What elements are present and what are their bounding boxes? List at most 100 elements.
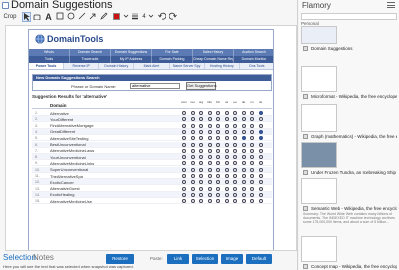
- availability-radio[interactable]: [250, 186, 254, 191]
- line-width-button[interactable]: [131, 12, 140, 22]
- availability-radio[interactable]: [241, 180, 246, 185]
- availability-radio[interactable]: [250, 129, 254, 134]
- availability-radio[interactable]: [250, 161, 254, 166]
- site-nav-item[interactable]: Auction Search: [234, 49, 273, 56]
- domain-name[interactable]: AlternativeGuest: [50, 186, 80, 191]
- ellipse-tool-button[interactable]: [67, 12, 76, 22]
- availability-radio[interactable]: [258, 161, 263, 166]
- availability-radio[interactable]: [216, 186, 220, 191]
- availability-radio[interactable]: [182, 192, 186, 197]
- availability-radio[interactable]: [241, 136, 246, 141]
- availability-radio[interactable]: [241, 117, 246, 122]
- availability-radio[interactable]: [233, 199, 237, 204]
- site-tool-tab[interactable]: Dns Tools: [240, 63, 273, 69]
- availability-radio[interactable]: [190, 192, 195, 197]
- availability-radio[interactable]: [207, 148, 212, 153]
- domain-name[interactable]: AlternativeMedicineUse: [50, 199, 92, 204]
- availability-radio[interactable]: [241, 111, 246, 115]
- availability-radio[interactable]: [216, 129, 220, 134]
- availability-radio[interactable]: [258, 199, 263, 204]
- availability-radio[interactable]: [250, 167, 254, 172]
- availability-radio[interactable]: [241, 167, 246, 172]
- availability-radio[interactable]: [207, 117, 212, 122]
- text-tool-button[interactable]: A: [44, 12, 53, 22]
- domain-name[interactable]: ExoticHealing: [50, 192, 74, 197]
- availability-radio[interactable]: [250, 136, 254, 141]
- availability-radio[interactable]: [182, 174, 186, 178]
- availability-radio[interactable]: [216, 142, 220, 147]
- availability-radio[interactable]: [199, 180, 203, 185]
- domain-name[interactable]: AlternativeMedicineLaws: [50, 148, 94, 153]
- availability-radio[interactable]: [182, 129, 186, 134]
- availability-radio[interactable]: [216, 148, 220, 153]
- line-tool-button[interactable]: [78, 12, 87, 22]
- availability-radio[interactable]: [233, 167, 237, 172]
- availability-radio[interactable]: [182, 186, 186, 191]
- availability-radio[interactable]: [207, 136, 212, 141]
- availability-radio[interactable]: [258, 186, 263, 191]
- availability-radio[interactable]: [233, 117, 237, 122]
- rectangle-tool-button[interactable]: [56, 12, 65, 22]
- availability-radio[interactable]: [241, 174, 246, 178]
- color-dropdown-button[interactable]: [123, 12, 129, 22]
- availability-radio[interactable]: [190, 174, 195, 178]
- site-nav-item[interactable]: Cheap Domain Name Registration: [193, 56, 234, 63]
- availability-radio[interactable]: [199, 129, 203, 134]
- availability-radio[interactable]: [241, 123, 246, 128]
- availability-radio[interactable]: [199, 161, 203, 166]
- availability-radio[interactable]: [224, 136, 229, 141]
- domain-name[interactable]: TheAlternativeSpa: [50, 174, 83, 179]
- availability-radio[interactable]: [199, 111, 203, 115]
- availability-radio[interactable]: [216, 192, 220, 197]
- snapshot-list-item[interactable]: Semantic Web - Wikipedia, the free encyc…: [301, 178, 397, 224]
- restore-button[interactable]: Restore: [106, 254, 134, 264]
- availability-radio[interactable]: [190, 123, 195, 128]
- site-nav-item[interactable]: Sales History: [193, 49, 234, 56]
- availability-radio[interactable]: [207, 192, 212, 197]
- availability-radio[interactable]: [258, 192, 263, 197]
- availability-radio[interactable]: [199, 174, 203, 178]
- availability-radio[interactable]: [216, 136, 220, 141]
- availability-radio[interactable]: [182, 111, 186, 115]
- availability-radio[interactable]: [182, 180, 186, 185]
- availability-radio[interactable]: [190, 129, 195, 134]
- availability-radio[interactable]: [250, 155, 254, 160]
- availability-radio[interactable]: [241, 155, 246, 160]
- availability-radio[interactable]: [190, 142, 195, 147]
- availability-radio[interactable]: [182, 199, 186, 204]
- arrow-tool-button[interactable]: [89, 12, 98, 22]
- availability-radio[interactable]: [241, 129, 246, 134]
- availability-radio[interactable]: [250, 148, 254, 153]
- availability-radio[interactable]: [224, 148, 229, 153]
- availability-radio[interactable]: [224, 155, 229, 160]
- availability-radio[interactable]: [216, 161, 220, 166]
- availability-radio[interactable]: [233, 192, 237, 197]
- menu-icon[interactable]: [387, 2, 395, 8]
- site-nav-item[interactable]: Domain Monitor: [234, 56, 273, 63]
- availability-radio[interactable]: [258, 155, 263, 160]
- site-nav-item[interactable]: Domain Parking: [152, 56, 193, 63]
- site-tool-tab[interactable]: Reverse IP: [64, 63, 100, 69]
- availability-radio[interactable]: [216, 111, 220, 115]
- availability-radio[interactable]: [250, 192, 254, 197]
- availability-radio[interactable]: [258, 117, 263, 122]
- availability-radio[interactable]: [224, 142, 229, 147]
- availability-radio[interactable]: [207, 111, 212, 115]
- availability-radio[interactable]: [199, 117, 203, 122]
- domain-name[interactable]: BestUnconventional: [50, 142, 86, 147]
- availability-radio[interactable]: [224, 186, 229, 191]
- paste-default-button[interactable]: Default: [246, 254, 272, 264]
- paste-image-button[interactable]: Image: [221, 254, 243, 264]
- availability-radio[interactable]: [199, 148, 203, 153]
- paste-selection-button[interactable]: Selection: [192, 254, 218, 264]
- phrase-input[interactable]: alternative: [130, 83, 180, 89]
- availability-radio[interactable]: [233, 142, 237, 147]
- availability-radio[interactable]: [182, 123, 186, 128]
- availability-radio[interactable]: [233, 111, 237, 115]
- zoom-dropdown-button[interactable]: [148, 12, 154, 22]
- availability-radio[interactable]: [250, 174, 254, 178]
- availability-radio[interactable]: [216, 174, 220, 178]
- domain-name[interactable]: AlternativeSiteTesting: [50, 136, 88, 141]
- site-tool-tab[interactable]: Mark Alert: [134, 63, 170, 69]
- availability-radio[interactable]: [233, 129, 237, 134]
